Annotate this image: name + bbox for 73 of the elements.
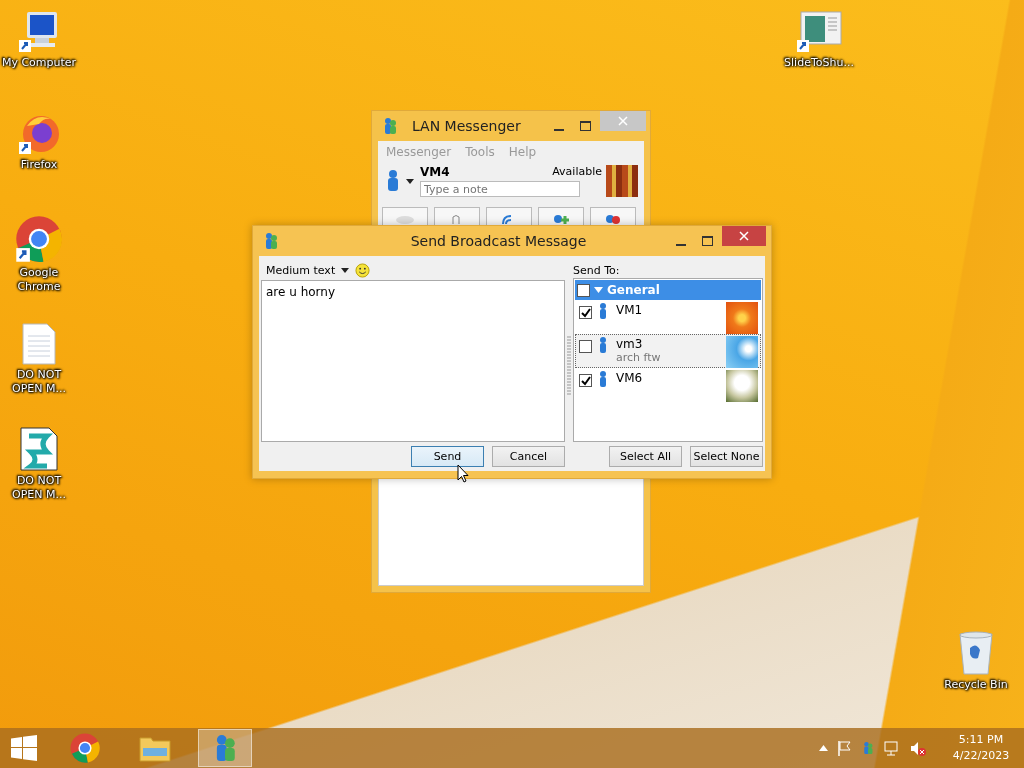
- user-name: VM4: [420, 165, 450, 179]
- avatar-image[interactable]: [606, 165, 638, 197]
- messenger-people-icon: [263, 232, 279, 250]
- dialog-button[interactable]: Cancel: [492, 446, 565, 467]
- flag-icon[interactable]: [838, 740, 852, 756]
- desktop-icon-label[interactable]: Google Chrome: [0, 266, 78, 294]
- maximize-icon: [701, 236, 713, 246]
- menu-item[interactable]: Tools: [465, 145, 495, 159]
- message-field[interactable]: are u horny: [261, 280, 565, 442]
- clock-time: 5:11 PM: [958, 732, 1004, 748]
- splitter-handle[interactable]: [567, 335, 571, 396]
- smiley-icon[interactable]: [355, 262, 371, 278]
- maximize-icon: [579, 121, 591, 131]
- contact-row[interactable]: vm3 arch ftw: [575, 334, 761, 368]
- window-shortcut-icon[interactable]: [795, 10, 843, 54]
- contact-name: VM6: [616, 371, 644, 385]
- dialog-button[interactable]: Send: [411, 446, 484, 467]
- person-icon: [599, 371, 607, 387]
- checkbox[interactable]: [579, 340, 592, 353]
- note-field[interactable]: Type a note: [420, 181, 580, 197]
- checkmark-icon: [580, 375, 591, 386]
- dropdown-caret-icon[interactable]: [406, 178, 414, 184]
- mouse-pointer-icon: [457, 464, 469, 483]
- script-file-icon[interactable]: [19, 426, 59, 472]
- chrome-icon: [69, 732, 101, 764]
- close-icon: [739, 231, 749, 241]
- expand-caret-icon[interactable]: [594, 287, 603, 293]
- person-icon: [599, 337, 607, 353]
- checkmark-icon: [580, 307, 591, 318]
- checkbox[interactable]: [579, 374, 592, 387]
- contact-note: arch ftw: [616, 351, 662, 364]
- menu-item[interactable]: Messenger: [386, 145, 452, 159]
- taskbar-app-button[interactable]: [198, 729, 252, 767]
- avatar-image: [726, 336, 758, 368]
- network-icon[interactable]: [884, 740, 900, 756]
- group-name: General: [607, 283, 660, 297]
- contacts-icon: [603, 214, 623, 224]
- send-to-label: Send To:: [573, 263, 621, 278]
- contact-row[interactable]: VM6: [575, 368, 761, 402]
- checkbox[interactable]: [579, 306, 592, 319]
- clock-date: 4/22/2023: [952, 748, 1010, 764]
- muted-speaker-icon[interactable]: [910, 740, 926, 756]
- folder-icon: [139, 734, 171, 762]
- taskbar-clock[interactable]: 5:11 PM 4/22/2023: [946, 732, 1016, 764]
- contact-name: vm3: [616, 337, 644, 351]
- person-icon: [599, 303, 607, 319]
- messenger-people-icon: [382, 117, 398, 135]
- contact-name: VM1: [616, 303, 644, 317]
- show-hidden-icons-icon[interactable]: [819, 745, 828, 751]
- desktop-icon-label[interactable]: DO NOT OPEN M...: [0, 474, 78, 502]
- windows-logo-icon: [11, 735, 37, 761]
- dropdown-caret-icon[interactable]: [341, 267, 350, 273]
- chrome-icon[interactable]: [14, 214, 64, 264]
- dialog-button[interactable]: Select All: [609, 446, 682, 467]
- group-header[interactable]: General: [575, 280, 761, 300]
- avatar-image: [726, 302, 758, 334]
- window-title: LAN Messenger: [411, 118, 522, 134]
- menu-item[interactable]: Help: [508, 145, 537, 159]
- font-size-dropdown[interactable]: Medium text: [266, 263, 336, 277]
- dialog-button[interactable]: Select None: [690, 446, 763, 467]
- desktop-icon-label[interactable]: DO NOT OPEN M...: [0, 368, 78, 396]
- minimize-icon: [676, 243, 686, 246]
- checkbox[interactable]: [577, 283, 590, 297]
- avatar-image: [726, 370, 758, 402]
- recycle-bin-icon[interactable]: [956, 630, 996, 676]
- message-text: are u horny: [266, 285, 336, 299]
- minimize-icon: [554, 128, 564, 131]
- window-title: Send Broadcast Message: [409, 233, 588, 249]
- contact-row[interactable]: VM1: [575, 300, 761, 334]
- close-icon: [618, 116, 628, 126]
- add-contact-icon: [551, 214, 571, 224]
- person-icon: [386, 170, 400, 192]
- status-dropdown[interactable]: Available: [552, 165, 602, 179]
